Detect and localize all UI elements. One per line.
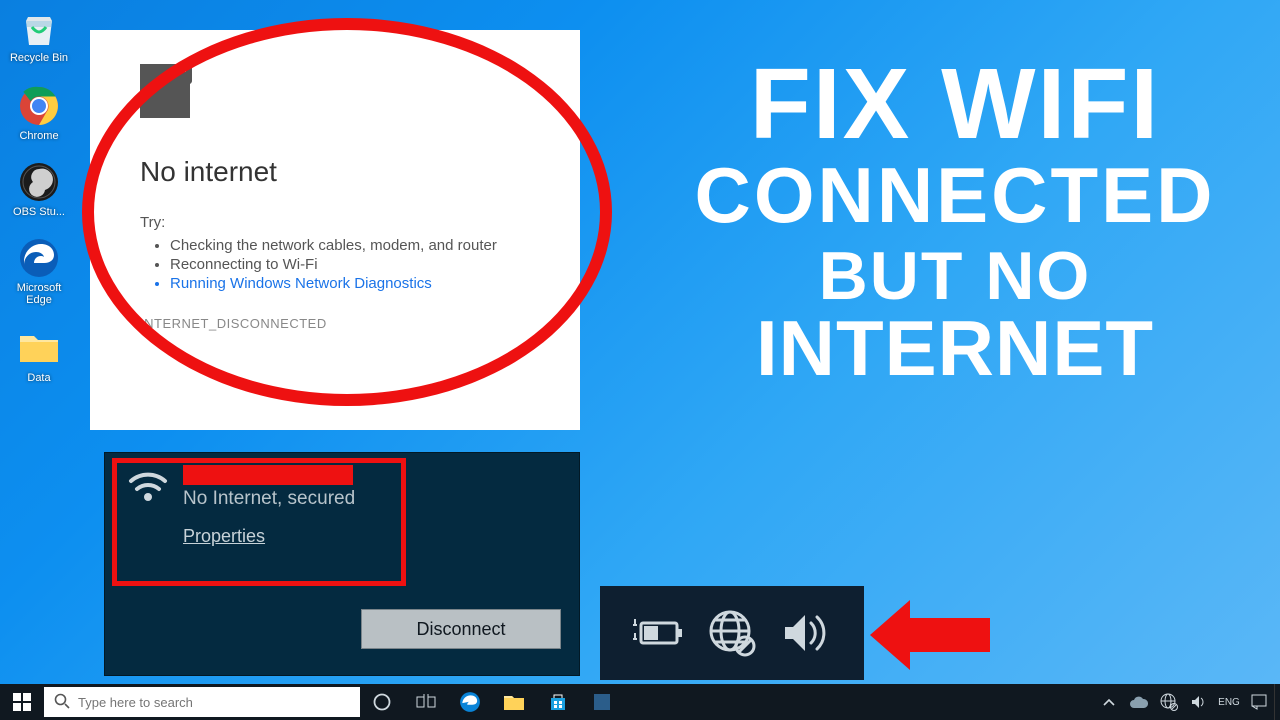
tray-onedrive-icon[interactable]: [1124, 684, 1154, 720]
suggestion-list: Checking the network cables, modem, and …: [170, 237, 530, 292]
system-tray: ENG: [1094, 684, 1280, 720]
headline-line-1: FIX WIFI: [660, 52, 1250, 157]
taskbar-store[interactable]: [536, 684, 580, 720]
tray-notifications-icon[interactable]: [1244, 684, 1274, 720]
task-view-button[interactable]: [404, 684, 448, 720]
wifi-properties-link[interactable]: Properties: [183, 526, 355, 547]
no-internet-heading: No internet: [140, 156, 530, 188]
search-box[interactable]: [44, 687, 360, 717]
wifi-flyout: No Internet, secured Properties Disconne…: [104, 452, 580, 676]
headline-line-3: BUT NO: [660, 241, 1250, 312]
systray-zoom: [600, 586, 864, 680]
wifi-status: No Internet, secured: [183, 487, 355, 526]
search-input[interactable]: [78, 695, 350, 710]
taskbar: ENG: [0, 684, 1280, 720]
tray-network-icon[interactable]: [1154, 684, 1184, 720]
suggestion-item: Checking the network cables, modem, and …: [170, 237, 530, 254]
battery-charging-icon: [631, 606, 685, 660]
cortana-button[interactable]: [360, 684, 404, 720]
wifi-icon: [127, 467, 169, 508]
folder-icon: [17, 326, 61, 370]
desktop-icon-label: Data: [6, 372, 72, 384]
wifi-ssid-redacted: [183, 465, 353, 485]
disconnect-button[interactable]: Disconnect: [361, 609, 561, 649]
obs-icon: [17, 160, 61, 204]
edge-icon: [17, 236, 61, 280]
globe-no-internet-icon: [705, 606, 759, 660]
chrome-no-internet-panel: No internet Try: Checking the network ca…: [90, 30, 580, 430]
volume-icon: [779, 606, 833, 660]
desktop-icon-chrome[interactable]: Chrome: [6, 84, 72, 142]
network-diagnostics-link[interactable]: Running Windows Network Diagnostics: [170, 275, 530, 292]
headline-line-4: INTERNET: [660, 308, 1250, 390]
chrome-dino-icon: [140, 64, 190, 118]
show-desktop-button[interactable]: [1274, 684, 1280, 720]
headline-text: FIX WIFI CONNECTED BUT NO INTERNET: [660, 52, 1250, 390]
headline-line-2: CONNECTED: [660, 155, 1250, 237]
taskbar-file-explorer[interactable]: [492, 684, 536, 720]
tray-chevron-up-icon[interactable]: [1094, 684, 1124, 720]
try-label: Try:: [140, 214, 530, 231]
chrome-icon: [17, 84, 61, 128]
error-code: INTERNET_DISCONNECTED: [140, 316, 530, 331]
start-button[interactable]: [0, 684, 44, 720]
recycle-bin-icon: [17, 6, 61, 50]
search-icon: [54, 693, 70, 712]
taskbar-edge[interactable]: [448, 684, 492, 720]
annotation-red-arrow: [870, 600, 990, 675]
suggestion-item: Reconnecting to Wi-Fi: [170, 256, 530, 273]
tray-language[interactable]: ENG: [1214, 684, 1244, 720]
tray-volume-icon[interactable]: [1184, 684, 1214, 720]
desktop-icon-data[interactable]: Data: [6, 326, 72, 384]
desktop-icon-label: Chrome: [6, 130, 72, 142]
desktop-icon-label: Microsoft Edge: [6, 282, 72, 306]
desktop-icon-recycle-bin[interactable]: Recycle Bin: [6, 6, 72, 64]
taskbar-app[interactable]: [580, 684, 624, 720]
desktop-icon-label: Recycle Bin: [6, 52, 72, 64]
desktop-icon-edge[interactable]: Microsoft Edge: [6, 236, 72, 306]
desktop-icon-obs[interactable]: OBS Stu...: [6, 160, 72, 218]
desktop-icon-label: OBS Stu...: [6, 206, 72, 218]
